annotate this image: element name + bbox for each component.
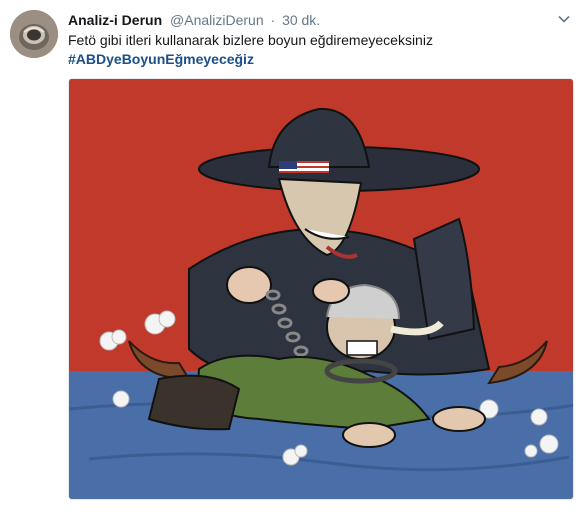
separator: · bbox=[270, 12, 276, 28]
display-name[interactable]: Analiz-i Derun bbox=[68, 12, 162, 28]
tweet-text: Fetö gibi itleri kullanarak bizlere boyu… bbox=[68, 32, 433, 48]
user-handle[interactable]: @AnaliziDerun bbox=[170, 12, 264, 28]
hashtag-link[interactable]: #ABDyeBoyunEğmeyeceğiz bbox=[68, 50, 254, 69]
timestamp[interactable]: 30 dk. bbox=[282, 12, 320, 28]
cartoon-illustration bbox=[69, 79, 573, 499]
tweet[interactable]: Analiz-i Derun @AnaliziDerun · 30 dk. Fe… bbox=[0, 0, 581, 510]
avatar-ring-image bbox=[10, 10, 58, 58]
chevron-down-icon[interactable] bbox=[557, 12, 571, 26]
tweet-header: Analiz-i Derun @AnaliziDerun · 30 dk. bbox=[68, 11, 320, 29]
tweet-image[interactable] bbox=[68, 78, 574, 500]
avatar[interactable] bbox=[10, 10, 58, 58]
